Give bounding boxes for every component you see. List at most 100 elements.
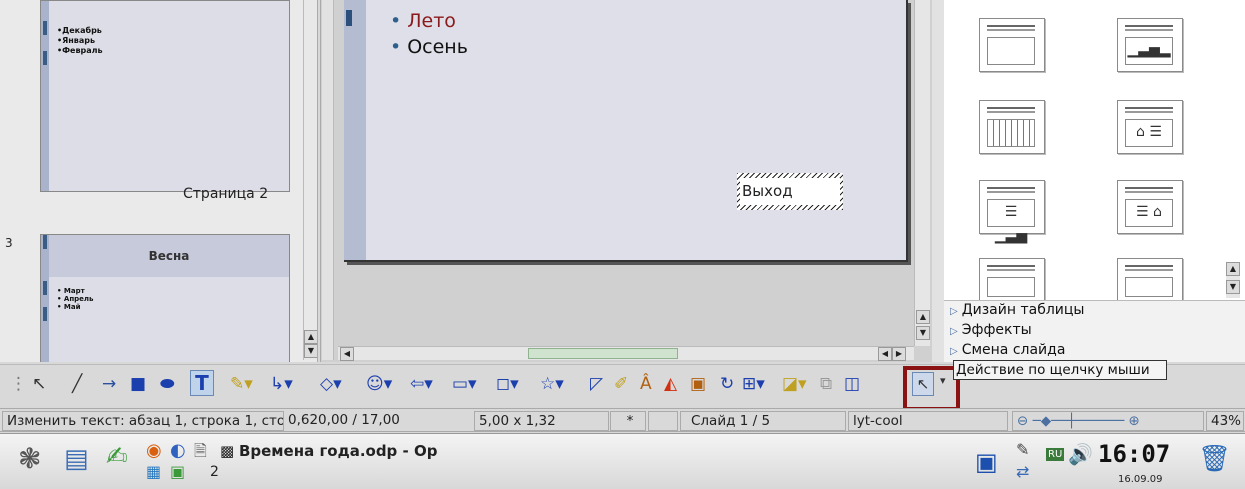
layout-chart[interactable]: ▁▃▅▂	[1117, 18, 1183, 72]
bullet-item[interactable]: • Лето	[390, 10, 456, 32]
gallery-icon[interactable]: ▣	[690, 374, 706, 394]
callouts-icon[interactable]: ◻▾	[496, 374, 519, 394]
impress-icon[interactable]: ▣	[170, 462, 185, 481]
slide-thumbnail-3[interactable]: Весна • Март • Апрель • Май	[40, 234, 290, 362]
writer-icon[interactable]: 🗎	[194, 440, 207, 467]
thumb-list-item: •Январь	[57, 36, 96, 45]
layout-list-content[interactable]	[1117, 258, 1183, 302]
thumb-list-item: • Май	[57, 303, 81, 311]
scroll-left-icon[interactable]: ◀	[878, 347, 892, 361]
save-icon[interactable]: ▣	[975, 448, 998, 476]
bullet-text: Осень	[407, 36, 468, 58]
volume-icon[interactable]: 🔊	[1068, 442, 1093, 466]
kde-menu-icon[interactable]: ❃	[18, 442, 41, 475]
section-slide-transition[interactable]: ▷ Смена слайда	[950, 342, 1065, 358]
exit-textbox[interactable]: Выход	[740, 178, 840, 205]
stars-icon[interactable]: ☆▾	[540, 374, 564, 394]
basic-shapes-icon[interactable]: ◇▾	[320, 374, 342, 394]
task-pane-scrollbar[interactable]: ▲ ▼	[1226, 262, 1240, 298]
page-caption: Страница 2	[183, 186, 269, 202]
list-chart-icon: ☰ ▁▃▅	[987, 199, 1035, 244]
thumb-list-item: •Февраль	[57, 46, 103, 55]
bullet-text: Лето	[407, 10, 456, 32]
scroll-right-icon[interactable]: ▶	[892, 347, 906, 361]
status-modified[interactable]: *	[610, 411, 646, 431]
connector-icon[interactable]: ↳▾	[270, 374, 293, 394]
thumb-list-item: • Апрель	[57, 295, 94, 303]
slide-side-tick	[346, 10, 352, 26]
splitter-handle[interactable]	[932, 0, 944, 362]
alignment-icon[interactable]: ⊞▾	[742, 374, 765, 394]
my-computer-icon[interactable]: ▤	[64, 444, 89, 474]
toolbar-grip-icon: ⋮	[10, 374, 27, 394]
ellipse-icon[interactable]: ⬬	[160, 374, 175, 394]
section-effects[interactable]: ▷ Эффекты	[950, 322, 1032, 338]
extrusion-icon[interactable]: ◫	[844, 374, 860, 394]
splitter-handle[interactable]	[322, 0, 334, 360]
layout-list-image[interactable]: ☰ ⌂	[1117, 180, 1183, 234]
section-label: Смена слайда	[961, 342, 1066, 358]
scroll-left-icon[interactable]: ◀	[340, 347, 354, 361]
slide-side-stripe	[344, 0, 366, 260]
glue-points-icon[interactable]: ✐	[614, 374, 628, 394]
keyboard-layout[interactable]: RU	[1046, 448, 1065, 461]
tooltip: Действие по щелчку мыши	[953, 360, 1167, 380]
arrow-line-icon[interactable]: →	[102, 374, 116, 394]
hscroll-thumb[interactable]	[528, 348, 678, 359]
flowchart-icon[interactable]: ▭▾	[452, 374, 477, 394]
editor-vscrollbar[interactable]: ▲ ▼	[914, 0, 930, 346]
calc-icon[interactable]: ▦	[146, 462, 161, 481]
thumb-tick	[43, 281, 47, 295]
highlight-frame	[903, 366, 960, 411]
scroll-down-icon[interactable]: ▼	[916, 326, 930, 340]
list-image-icon: ☰ ⌂	[1125, 199, 1173, 227]
shadow-icon[interactable]: ⧉	[820, 374, 832, 394]
select-icon[interactable]: ↖	[32, 374, 46, 394]
image-list-icon: ⌂ ☰	[1125, 119, 1173, 147]
clock[interactable]: 16:07	[1098, 440, 1170, 468]
notes-icon[interactable]: ✎	[1016, 440, 1029, 459]
points-icon[interactable]: ◸	[590, 374, 603, 394]
status-layout: lyt-cool	[848, 411, 1008, 431]
thumb-list: • Март • Апрель • Май	[57, 287, 93, 311]
status-position: 0,620,00 / 17,00	[288, 412, 400, 428]
zoom-slider[interactable]: ⊖ ─◆──┼────── ⊕	[1012, 411, 1204, 431]
layout-list-chart[interactable]: ☰ ▁▃▅	[979, 180, 1045, 244]
scroll-up-icon[interactable]: ▲	[304, 330, 317, 344]
section-table-design[interactable]: ▷ Дизайн таблицы	[950, 302, 1084, 318]
layout-chart-list[interactable]	[979, 258, 1045, 302]
from-file-icon[interactable]: ◭	[664, 374, 677, 394]
symbol-shapes-icon[interactable]: ☺▾	[366, 374, 392, 394]
thumb-title: Весна	[49, 235, 289, 277]
block-arrows-icon[interactable]: ⇦▾	[410, 374, 433, 394]
fontwork-icon[interactable]: Â	[640, 374, 652, 394]
slide-thumbnail-2[interactable]: •Декабрь •Январь •Февраль	[40, 0, 290, 192]
arrange-icon[interactable]: ◪▾	[782, 374, 807, 394]
layout-title-content[interactable]	[979, 18, 1045, 72]
presentation-icon: ▩	[220, 442, 239, 460]
scroll-up-icon[interactable]: ▲	[1226, 262, 1240, 276]
scroll-up-icon[interactable]: ▲	[916, 310, 930, 324]
thunderbird-icon[interactable]: ◐	[170, 440, 186, 461]
scroll-down-icon[interactable]: ▼	[304, 344, 317, 358]
text-tool-icon[interactable]: T	[190, 370, 214, 396]
line-icon[interactable]: ╱	[72, 374, 82, 394]
status-zoom[interactable]: 43%	[1206, 411, 1244, 431]
rectangle-icon[interactable]: ■	[130, 374, 146, 394]
section-label: Эффекты	[961, 322, 1032, 338]
status-signature[interactable]	[648, 411, 678, 431]
layout-image-list[interactable]: ⌂ ☰	[1117, 100, 1183, 154]
thumb-tick	[43, 307, 47, 321]
slides-scrollbar[interactable]: ▲ ▼	[303, 0, 317, 360]
curve-icon[interactable]: ✎▾	[230, 374, 253, 394]
scroll-down-icon[interactable]: ▼	[1226, 280, 1240, 294]
taskbar-window-button[interactable]: ▩ Времена года.odp - Ор	[220, 442, 437, 460]
layout-table[interactable]	[979, 100, 1045, 154]
editor-hscrollbar[interactable]: ◀ ◀ ▶	[338, 346, 914, 361]
bullet-item[interactable]: • Осень	[390, 36, 468, 58]
firefox-icon[interactable]: ◉	[146, 440, 162, 461]
rotate-icon[interactable]: ↻	[720, 374, 734, 394]
network-icon[interactable]: ⇄	[1016, 462, 1029, 481]
trash-icon[interactable]: 🗑	[1198, 444, 1231, 474]
edit-document-icon[interactable]: ✍	[106, 442, 128, 472]
